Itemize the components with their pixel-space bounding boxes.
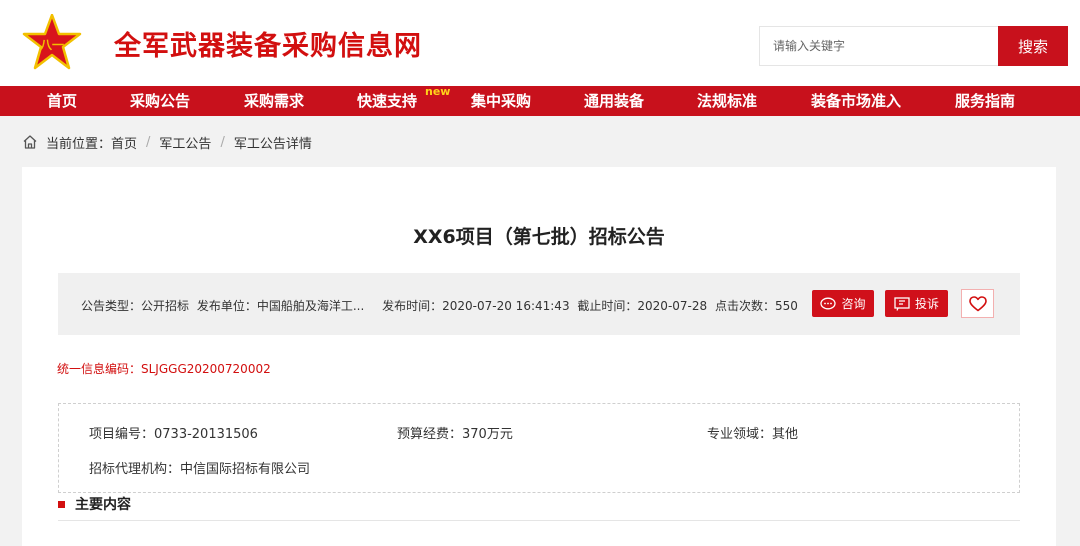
nav-item-home[interactable]: 首页 bbox=[47, 86, 77, 116]
new-badge: new bbox=[425, 85, 451, 98]
breadcrumb-prefix: 当前位置： bbox=[46, 136, 112, 152]
logo-text: 八一 bbox=[39, 38, 64, 52]
nav-item-central-procurement[interactable]: 集中采购 bbox=[471, 86, 531, 116]
project-number: 项目编号：0733-20131506 bbox=[89, 427, 258, 442]
nav-item-procurement-notice[interactable]: 采购公告 bbox=[130, 86, 190, 116]
nav-item-regulations[interactable]: 法规标准 bbox=[697, 86, 757, 116]
army-star-logo-icon[interactable]: 八一 bbox=[22, 14, 82, 70]
section-title: 主要内容 bbox=[75, 497, 131, 513]
meta-type: 公告类型：公开招标 bbox=[81, 299, 190, 313]
breadcrumb: 当前位置： 首页 / 军工公告 / 军工公告详情 bbox=[22, 133, 312, 152]
consult-button-label: 咨询 bbox=[841, 297, 866, 311]
divider bbox=[58, 520, 1020, 521]
site-header: 八一 全军武器装备采购信息网 搜索 bbox=[0, 0, 1080, 86]
nav-item-procurement-demand[interactable]: 采购需求 bbox=[244, 86, 304, 116]
search-button[interactable]: 搜索 bbox=[998, 26, 1068, 66]
chat-bubble-icon bbox=[820, 297, 837, 309]
site-title[interactable]: 全军武器装备采购信息网 bbox=[114, 24, 422, 63]
meta-publish-time: 发布时间：2020-07-20 16:41:43 bbox=[382, 299, 570, 313]
nav-item-quick-support-label: 快速支持 bbox=[357, 92, 418, 110]
meta-deadline: 截止时间：2020-07-28 bbox=[577, 299, 708, 313]
unified-info-code: 统一信息编码：SLJGGG20200720002 bbox=[57, 362, 271, 376]
nav-item-service-guide[interactable]: 服务指南 bbox=[955, 86, 1015, 116]
nav-item-market-access[interactable]: 装备市场准入 bbox=[811, 86, 901, 116]
notice-card: XX6项目（第七批）招标公告 公告类型：公开招标 发布单位：中国船舶及海洋工..… bbox=[22, 167, 1056, 546]
breadcrumb-current: 军工公告详情 bbox=[233, 136, 312, 152]
project-info-box: 项目编号：0733-20131506 预算经费：370万元 专业领域：其他 招标… bbox=[58, 403, 1020, 493]
notice-meta-text: 公告类型：公开招标 发布单位：中国船舶及海洋工... 发布时间：2020-07-… bbox=[81, 297, 802, 314]
complaint-icon bbox=[894, 296, 910, 311]
breadcrumb-military-notice[interactable]: 军工公告 bbox=[159, 133, 211, 152]
consult-button[interactable]: 咨询 bbox=[812, 290, 874, 317]
main-nav: 首页 采购公告 采购需求 快速支持 new 集中采购 通用装备 法规标准 装备市… bbox=[0, 85, 1080, 116]
search-box[interactable] bbox=[759, 26, 999, 66]
nav-item-quick-support[interactable]: 快速支持 new bbox=[357, 85, 450, 116]
breadcrumb-separator: / bbox=[146, 134, 151, 150]
search-input[interactable] bbox=[760, 27, 999, 65]
meta-publisher: 发布单位：中国船舶及海洋工... bbox=[196, 299, 365, 313]
main-content-heading: 主要内容 bbox=[58, 494, 131, 514]
favorite-button[interactable] bbox=[961, 289, 994, 318]
breadcrumb-home[interactable]: 首页 bbox=[111, 133, 137, 152]
complain-button[interactable]: 投诉 bbox=[885, 290, 948, 317]
budget: 预算经费：370万元 bbox=[397, 427, 513, 442]
section-marker bbox=[58, 500, 65, 508]
home-icon bbox=[23, 135, 37, 149]
notice-title: XX6项目（第七批）招标公告 bbox=[413, 226, 665, 248]
complain-button-label: 投诉 bbox=[914, 297, 939, 311]
heart-icon bbox=[968, 295, 987, 311]
breadcrumb-separator: / bbox=[220, 134, 225, 150]
notice-meta-bar: 公告类型：公开招标 发布单位：中国船舶及海洋工... 发布时间：2020-07-… bbox=[58, 273, 1020, 335]
nav-item-general-equipment[interactable]: 通用装备 bbox=[584, 86, 644, 116]
meta-clicks: 点击次数：550 bbox=[714, 299, 798, 313]
professional-field: 专业领域：其他 bbox=[707, 427, 799, 442]
bidding-agency: 招标代理机构：中信国际招标有限公司 bbox=[89, 462, 311, 477]
